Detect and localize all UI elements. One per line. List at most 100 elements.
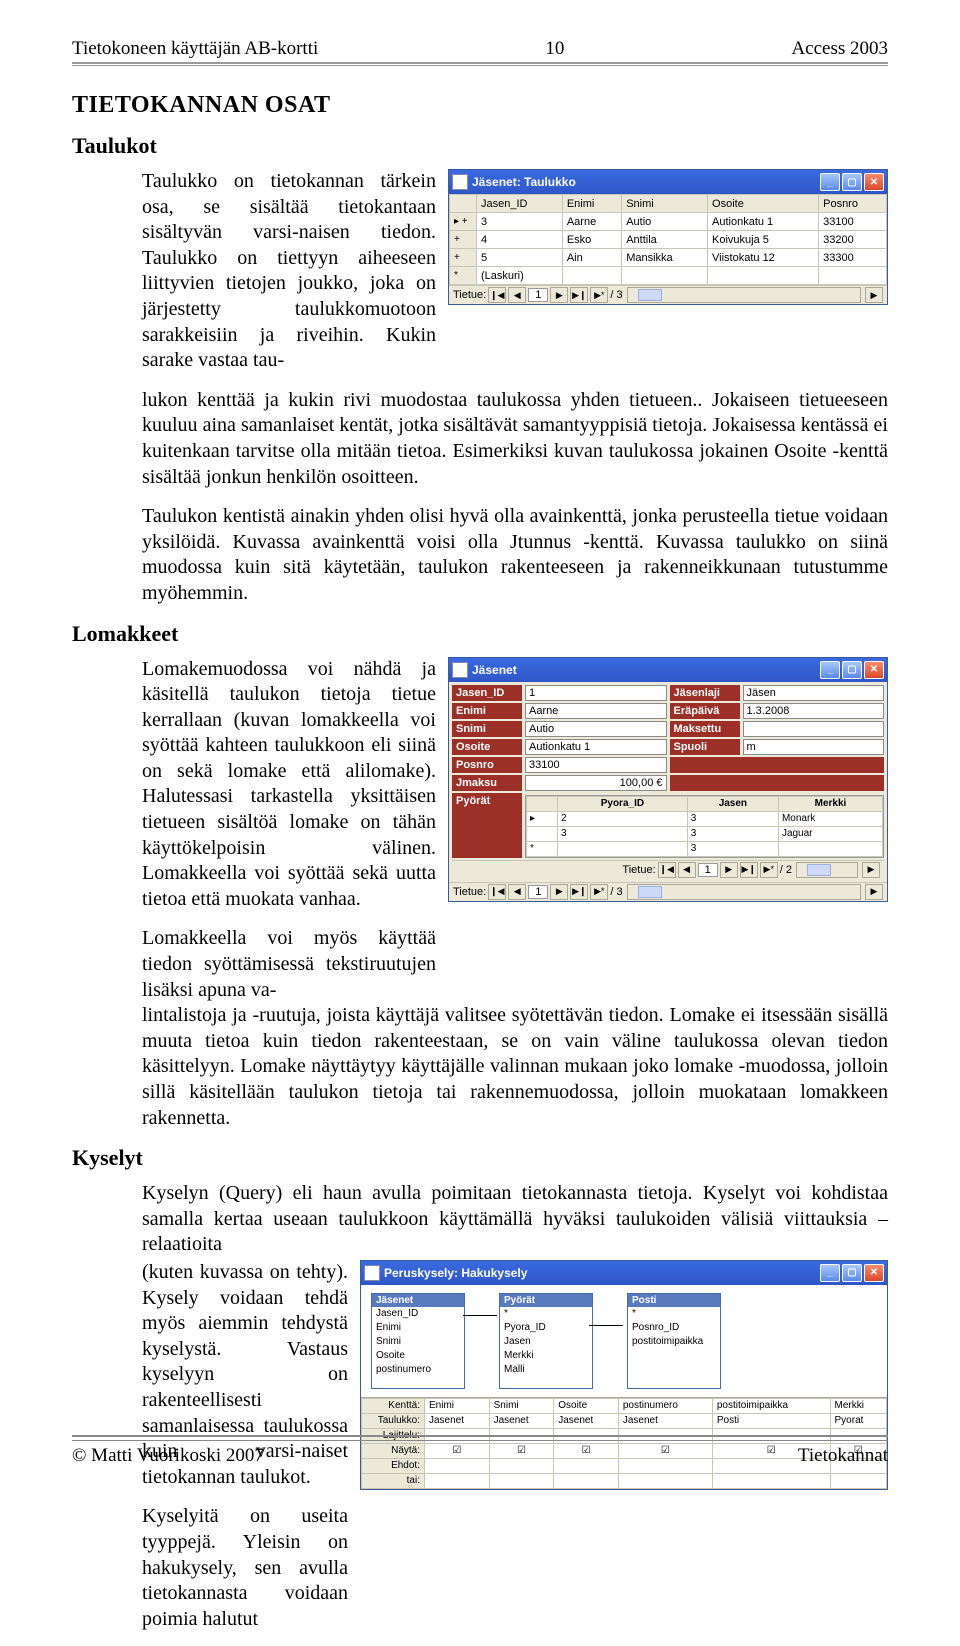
- nav-current[interactable]: 1: [528, 885, 548, 899]
- minimize-button[interactable]: _: [820, 1264, 840, 1282]
- nav-prev-button[interactable]: ◀: [508, 884, 526, 900]
- nav-prev-button[interactable]: ◀: [678, 862, 696, 878]
- query-titlebar: Peruskysely: Hakukysely _ ▢ ✕: [361, 1261, 887, 1285]
- table-row[interactable]: 3 3 Jaguar: [527, 826, 883, 841]
- heading-tietokannan-osat: TIETOKANNAN OSAT: [72, 92, 888, 119]
- nav-label: Tietue:: [453, 886, 486, 898]
- header-center: 10: [545, 38, 564, 60]
- page-footer: © Matti Vuorikoski 2007 Tietokannat: [72, 1445, 888, 1467]
- maximize-button[interactable]: ▢: [842, 1264, 862, 1282]
- minimize-button[interactable]: _: [820, 661, 840, 679]
- nav-last-button[interactable]: ▶❙: [570, 287, 588, 303]
- table-row[interactable]: ▸ + 3 Aarne Autio Autionkatu 1 33100: [450, 213, 887, 231]
- col-header[interactable]: Posnro: [819, 195, 887, 213]
- field-value[interactable]: Aarne: [525, 703, 667, 719]
- nav-new-button[interactable]: ▶*: [590, 884, 608, 900]
- field-label: Eräpäivä: [670, 703, 740, 719]
- nav-current[interactable]: 1: [528, 288, 548, 302]
- col-header[interactable]: Jasen: [687, 796, 778, 811]
- query-relations-pane[interactable]: Jäsenet Jasen_ID Enimi Snimi Osoite post…: [361, 1285, 887, 1398]
- grid-label: Taulukko:: [362, 1413, 425, 1428]
- field-label: [670, 757, 885, 773]
- field-label: Jasen_ID: [452, 685, 522, 701]
- nav-new-button[interactable]: ▶*: [590, 287, 608, 303]
- nav-first-button[interactable]: ❙◀: [658, 862, 676, 878]
- relation-line[interactable]: [589, 1325, 623, 1326]
- nav-last-button[interactable]: ▶❙: [740, 862, 758, 878]
- nav-current[interactable]: 1: [698, 863, 718, 877]
- scroll-right-button[interactable]: ▶: [865, 884, 883, 900]
- col-header[interactable]: Snimi: [622, 195, 708, 213]
- field-value[interactable]: Autionkatu 1: [525, 739, 667, 755]
- grid-label: tai:: [362, 1473, 425, 1488]
- query-tablebox-pyorat[interactable]: Pyörät * Pyora_ID Jasen Merkki Malli: [499, 1293, 593, 1389]
- horizontal-scrollbar[interactable]: [627, 884, 861, 900]
- scroll-right-button[interactable]: ▶: [865, 287, 883, 303]
- query-icon: [364, 1265, 380, 1281]
- field-value[interactable]: 1.3.2008: [743, 703, 885, 719]
- nav-next-button[interactable]: ▶: [550, 287, 568, 303]
- table-row[interactable]: + 5 Ain Mansikka Viistokatu 12 33300: [450, 249, 887, 267]
- nav-new-button[interactable]: ▶*: [760, 862, 778, 878]
- field-label: Jmaksu: [452, 775, 522, 791]
- col-header[interactable]: Osoite: [708, 195, 819, 213]
- form-navigator: Tietue: ❙◀ ◀ 1 ▶ ▶❙ ▶* / 3 ▶: [449, 882, 887, 901]
- nav-first-button[interactable]: ❙◀: [488, 287, 506, 303]
- nav-total: / 3: [610, 886, 622, 898]
- close-button[interactable]: ✕: [864, 661, 884, 679]
- table-row[interactable]: * 3: [527, 841, 883, 856]
- field-value[interactable]: m: [743, 739, 885, 755]
- heading-kyselyt: Kyselyt: [72, 1145, 888, 1171]
- kyselyt-p1a: Kyselyn (Query) eli haun avulla poimitaa…: [142, 1181, 888, 1258]
- grid-label: Kenttä:: [362, 1398, 425, 1413]
- field-label: Posnro: [452, 757, 522, 773]
- field-label: Jäsenlaji: [670, 685, 740, 701]
- col-header[interactable]: Pyora_ID: [558, 796, 688, 811]
- field-label: Snimi: [452, 721, 522, 737]
- field-label: Pyörät: [452, 793, 522, 858]
- maximize-button[interactable]: ▢: [842, 661, 862, 679]
- scroll-right-button[interactable]: ▶: [862, 862, 880, 878]
- field-label: Spuoli: [670, 739, 740, 755]
- close-button[interactable]: ✕: [864, 1264, 884, 1282]
- field-value[interactable]: Jäsen: [743, 685, 885, 701]
- footer-left: © Matti Vuorikoski 2007: [72, 1445, 264, 1467]
- query-tablebox-jasenet[interactable]: Jäsenet Jasen_ID Enimi Snimi Osoite post…: [371, 1293, 465, 1389]
- field-label: [670, 775, 885, 791]
- table-row[interactable]: + 4 Esko Anttila Koivukuja 5 33200: [450, 231, 887, 249]
- header-rule: [72, 65, 888, 66]
- field-value[interactable]: [743, 721, 885, 737]
- field-value[interactable]: 1: [525, 685, 667, 701]
- nav-label: Tietue:: [622, 864, 655, 876]
- nav-first-button[interactable]: ❙◀: [488, 884, 506, 900]
- minimize-button[interactable]: _: [820, 173, 840, 191]
- table-row[interactable]: ▸ 2 3 Monark: [527, 811, 883, 826]
- query-design-grid[interactable]: Kenttä: Enimi Snimi Osoite postinumero p…: [361, 1398, 887, 1489]
- maximize-button[interactable]: ▢: [842, 173, 862, 191]
- field-label: Enimi: [452, 703, 522, 719]
- heading-taulukot: Taulukot: [72, 133, 888, 159]
- close-button[interactable]: ✕: [864, 173, 884, 191]
- col-header[interactable]: Merkki: [778, 796, 882, 811]
- query-tablebox-posti[interactable]: Posti * Posnro_ID postitoimipaikka: [627, 1293, 721, 1389]
- nav-next-button[interactable]: ▶: [550, 884, 568, 900]
- horizontal-scrollbar[interactable]: [627, 287, 861, 303]
- relation-line[interactable]: [463, 1315, 497, 1316]
- nav-prev-button[interactable]: ◀: [508, 287, 526, 303]
- nav-total: / 3: [610, 289, 622, 301]
- footer-right: Tietokannat: [798, 1445, 888, 1467]
- field-value[interactable]: 100,00 €: [525, 775, 667, 791]
- datasheet-table: Jasen_ID Enimi Snimi Osoite Posnro ▸ + 3…: [449, 194, 887, 285]
- field-label: Osoite: [452, 739, 522, 755]
- nav-next-button[interactable]: ▶: [720, 862, 738, 878]
- table-row[interactable]: * (Laskuri): [450, 267, 887, 285]
- nav-last-button[interactable]: ▶❙: [570, 884, 588, 900]
- col-header[interactable]: Enimi: [562, 195, 621, 213]
- header-right: Access 2003: [791, 38, 888, 60]
- field-value[interactable]: 33100: [525, 757, 667, 773]
- field-value[interactable]: Autio: [525, 721, 667, 737]
- lomakkeet-p1: Lomakemuodossa voi nähdä ja käsitellä ta…: [142, 657, 436, 913]
- header-left: Tietokoneen käyttäjän AB-kortti: [72, 38, 318, 60]
- horizontal-scrollbar[interactable]: [796, 862, 858, 878]
- col-header[interactable]: Jasen_ID: [477, 195, 563, 213]
